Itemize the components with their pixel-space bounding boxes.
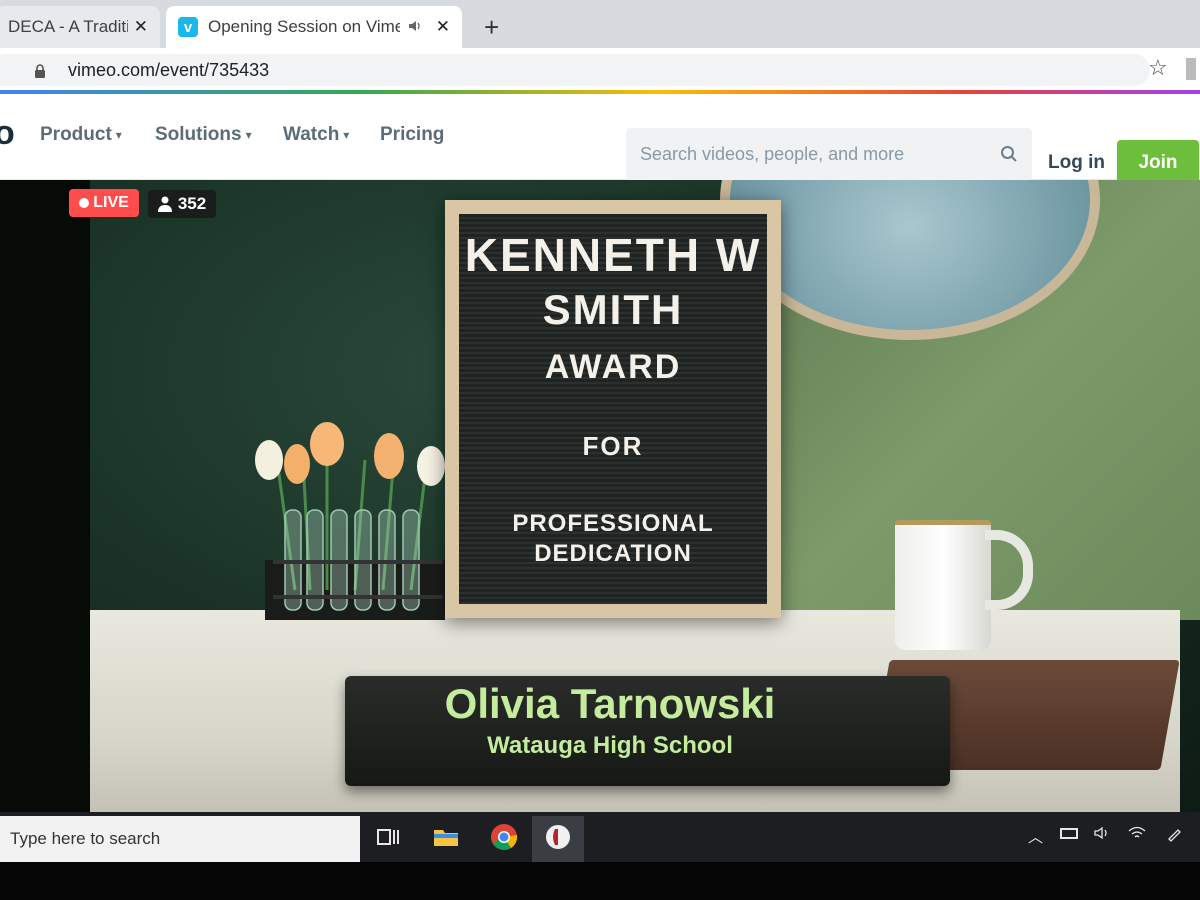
letter-board: KENNETH W SMITH AWARD FOR PROFESSIONAL D… — [445, 200, 781, 618]
chevron-down-icon: ▾ — [245, 128, 252, 142]
search-icon[interactable] — [1000, 145, 1018, 163]
honoree-school: Watauga High School — [487, 732, 733, 759]
live-label: LIVE — [93, 194, 129, 211]
live-badge: LIVE — [69, 189, 139, 217]
battery-icon[interactable] — [1060, 828, 1078, 839]
url-text: vimeo.com/event/735433 — [68, 59, 270, 80]
video-player[interactable]: KENNETH W SMITH AWARD FOR PROFESSIONAL D… — [0, 180, 1200, 812]
address-bar-row: ‹ vimeo.com/event/735433 ☆ — [0, 48, 1200, 92]
search-box[interactable] — [626, 128, 1032, 180]
coffee-mug-image — [895, 520, 991, 650]
pen-icon[interactable] — [1166, 826, 1182, 846]
person-icon — [157, 196, 172, 212]
tab-vimeo[interactable]: v Opening Session on Vimeo ✕ — [166, 6, 462, 48]
search-input[interactable] — [640, 143, 1000, 165]
chevron-up-icon[interactable]: ︿ — [1028, 826, 1043, 847]
taskbar-search-box[interactable] — [0, 816, 360, 862]
vimeo-logo[interactable]: o — [0, 114, 15, 153]
tab-title: DECA - A Tradition — [8, 17, 128, 36]
chevron-down-icon: ▾ — [115, 128, 122, 142]
windows-taskbar: ︿ — [0, 812, 1200, 862]
taskbar-search-input[interactable] — [10, 829, 350, 849]
monitor-bezel — [0, 862, 1200, 900]
chrome-icon[interactable] — [489, 822, 519, 852]
vimeo-header: o Product ▾ Solutions ▾ Watch ▾ Pricing … — [0, 94, 1200, 186]
new-tab-button[interactable]: + — [484, 14, 499, 40]
bookmark-star-icon[interactable]: ☆ — [1148, 55, 1168, 81]
volume-icon[interactable] — [1094, 826, 1110, 844]
dark-edge — [0, 180, 90, 812]
url-field[interactable]: vimeo.com/event/735433 — [0, 54, 1150, 86]
wifi-icon[interactable] — [1128, 826, 1146, 844]
nav-solutions-label: Solutions — [155, 124, 242, 145]
close-icon[interactable]: ✕ — [436, 17, 450, 37]
nav-pricing[interactable]: Pricing — [380, 124, 444, 146]
nav-solutions[interactable]: Solutions ▾ — [155, 124, 252, 146]
nav-product[interactable]: Product ▾ — [40, 124, 122, 146]
live-dot-icon — [79, 198, 90, 208]
extension-icon[interactable] — [1186, 58, 1196, 80]
nav-watch-label: Watch — [283, 124, 340, 145]
close-icon[interactable]: ✕ — [134, 17, 148, 37]
letter-board-surface: KENNETH W SMITH AWARD FOR PROFESSIONAL D… — [459, 214, 767, 604]
login-link[interactable]: Log in — [1048, 152, 1105, 174]
board-line: DEDICATION — [534, 540, 692, 567]
honoree-name: Olivia Tarnowski — [444, 680, 776, 727]
viewer-count: 352 — [177, 194, 207, 213]
board-line: FOR — [582, 431, 644, 461]
nav-watch[interactable]: Watch ▾ — [283, 124, 349, 146]
tab-title: Opening Session on Vimeo — [208, 17, 400, 36]
board-line: AWARD — [544, 348, 682, 386]
board-line: SMITH — [542, 286, 684, 333]
vimeo-favicon-icon: v — [178, 17, 198, 37]
chevron-down-icon: ▾ — [343, 128, 350, 142]
tab-deca[interactable]: DECA - A Tradition ✕ — [0, 6, 160, 48]
lock-icon — [35, 64, 45, 78]
nav-product-label: Product — [40, 124, 112, 145]
browser-tab-strip: DECA - A Tradition ✕ v Opening Session o… — [0, 0, 1200, 48]
tulip-vase-image — [255, 422, 445, 620]
viewer-count-badge: 352 — [148, 190, 216, 218]
app-icon[interactable] — [543, 822, 573, 852]
task-view-icon[interactable] — [373, 822, 403, 852]
speaker-icon[interactable] — [408, 19, 422, 36]
file-explorer-icon[interactable] — [431, 822, 461, 852]
board-line: PROFESSIONAL — [512, 510, 714, 537]
nav-pricing-label: Pricing — [380, 124, 445, 145]
board-line: KENNETH W — [464, 229, 762, 281]
